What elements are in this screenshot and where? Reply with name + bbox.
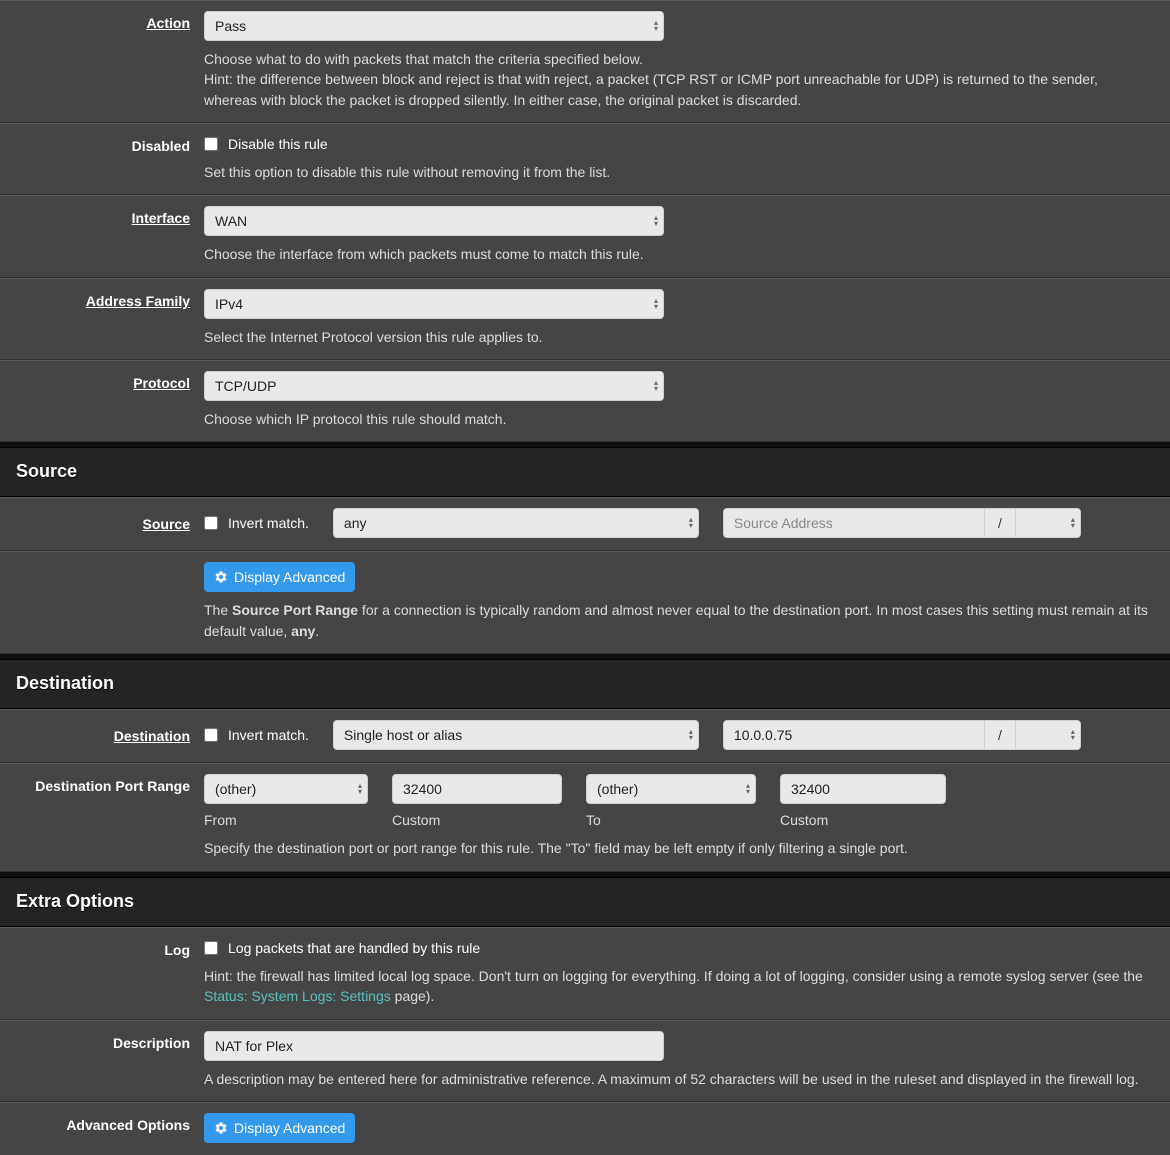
source-invert-label: Invert match. [228, 513, 309, 533]
cidr-slash: / [985, 508, 1015, 538]
gear-icon [214, 570, 228, 584]
interface-help: Choose the interface from which packets … [204, 244, 1154, 264]
source-address-input[interactable] [723, 508, 985, 538]
description-input[interactable] [204, 1031, 664, 1061]
label-action: Action [0, 11, 204, 110]
protocol-help: Choose which IP protocol this rule shoul… [204, 409, 1154, 429]
disabled-help: Set this option to disable this rule wit… [204, 162, 1154, 182]
log-checkbox-label: Log packets that are handled by this rul… [228, 938, 480, 958]
row-destination: Destination Invert match. Single host or… [0, 709, 1170, 763]
destination-type-select[interactable]: Single host or alias [333, 720, 699, 750]
display-advanced-label: Display Advanced [234, 569, 345, 585]
row-interface: Interface WAN ▴▾ Choose the interface fr… [0, 195, 1170, 277]
action-select[interactable]: Pass [204, 11, 664, 41]
source-invert-checkbox[interactable] [204, 516, 218, 530]
row-address-family: Address Family IPv4 ▴▾ Select the Intern… [0, 278, 1170, 360]
row-source-advanced: Display Advanced The Source Port Range f… [0, 551, 1170, 654]
section-source-title: Source [0, 447, 1170, 497]
row-action: Action Pass ▴▾ Choose what to do with pa… [0, 0, 1170, 123]
destination-invert-label: Invert match. [228, 725, 309, 745]
row-advanced-options: Advanced Options Display Advanced [0, 1102, 1170, 1155]
system-logs-settings-link[interactable]: Status: System Logs: Settings [204, 988, 391, 1004]
source-cidr-select[interactable] [1015, 508, 1081, 538]
display-advanced-button[interactable]: Display Advanced [204, 1113, 355, 1143]
disabled-checkbox-label: Disable this rule [228, 134, 328, 154]
port-to-select[interactable]: (other) [586, 774, 756, 804]
destination-address-input[interactable] [723, 720, 985, 750]
label-source: Source [0, 508, 204, 538]
firewall-rule-form: Action Pass ▴▾ Choose what to do with pa… [0, 0, 1170, 1155]
disabled-checkbox[interactable] [204, 137, 218, 151]
address-family-help: Select the Internet Protocol version thi… [204, 327, 1154, 347]
gear-icon [214, 1121, 228, 1135]
label-dest-port-range: Destination Port Range [0, 774, 204, 859]
port-from-select[interactable]: (other) [204, 774, 368, 804]
cidr-slash: / [985, 720, 1015, 750]
destination-cidr-select[interactable] [1015, 720, 1081, 750]
section-destination-title: Destination [0, 659, 1170, 709]
port-custom2-sublabel: Custom [780, 810, 946, 830]
source-advanced-help: The Source Port Range for a connection i… [204, 600, 1154, 641]
port-from-sublabel: From [204, 810, 368, 830]
dest-port-help: Specify the destination port or port ran… [204, 838, 1154, 858]
log-help: Hint: the firewall has limited local log… [204, 966, 1154, 1007]
label-protocol: Protocol [0, 371, 204, 429]
row-description: Description A description may be entered… [0, 1020, 1170, 1102]
display-advanced-button[interactable]: Display Advanced [204, 562, 355, 592]
label-log: Log [0, 938, 204, 1007]
source-type-select[interactable]: any [333, 508, 699, 538]
row-disabled: Disabled Disable this rule Set this opti… [0, 123, 1170, 196]
row-source: Source Invert match. any ▴▾ / [0, 497, 1170, 551]
label-destination: Destination [0, 720, 204, 750]
section-extra-title: Extra Options [0, 877, 1170, 927]
port-custom1-sublabel: Custom [392, 810, 562, 830]
row-protocol: Protocol TCP/UDP ▴▾ Choose which IP prot… [0, 360, 1170, 442]
row-log: Log Log packets that are handled by this… [0, 927, 1170, 1020]
log-checkbox[interactable] [204, 941, 218, 955]
action-help: Choose what to do with packets that matc… [204, 49, 1154, 110]
protocol-select[interactable]: TCP/UDP [204, 371, 664, 401]
interface-select[interactable]: WAN [204, 206, 664, 236]
label-description: Description [0, 1031, 204, 1089]
port-to-custom-input[interactable] [780, 774, 946, 804]
address-family-select[interactable]: IPv4 [204, 289, 664, 319]
label-advanced-options: Advanced Options [0, 1113, 204, 1143]
row-destination-port-range: Destination Port Range (other) ▴▾ From C… [0, 763, 1170, 872]
label-address-family: Address Family [0, 289, 204, 347]
port-from-custom-input[interactable] [392, 774, 562, 804]
port-to-sublabel: To [586, 810, 756, 830]
label-disabled: Disabled [0, 134, 204, 183]
display-advanced-label: Display Advanced [234, 1120, 345, 1136]
description-help: A description may be entered here for ad… [204, 1069, 1154, 1089]
destination-invert-checkbox[interactable] [204, 728, 218, 742]
label-interface: Interface [0, 206, 204, 264]
